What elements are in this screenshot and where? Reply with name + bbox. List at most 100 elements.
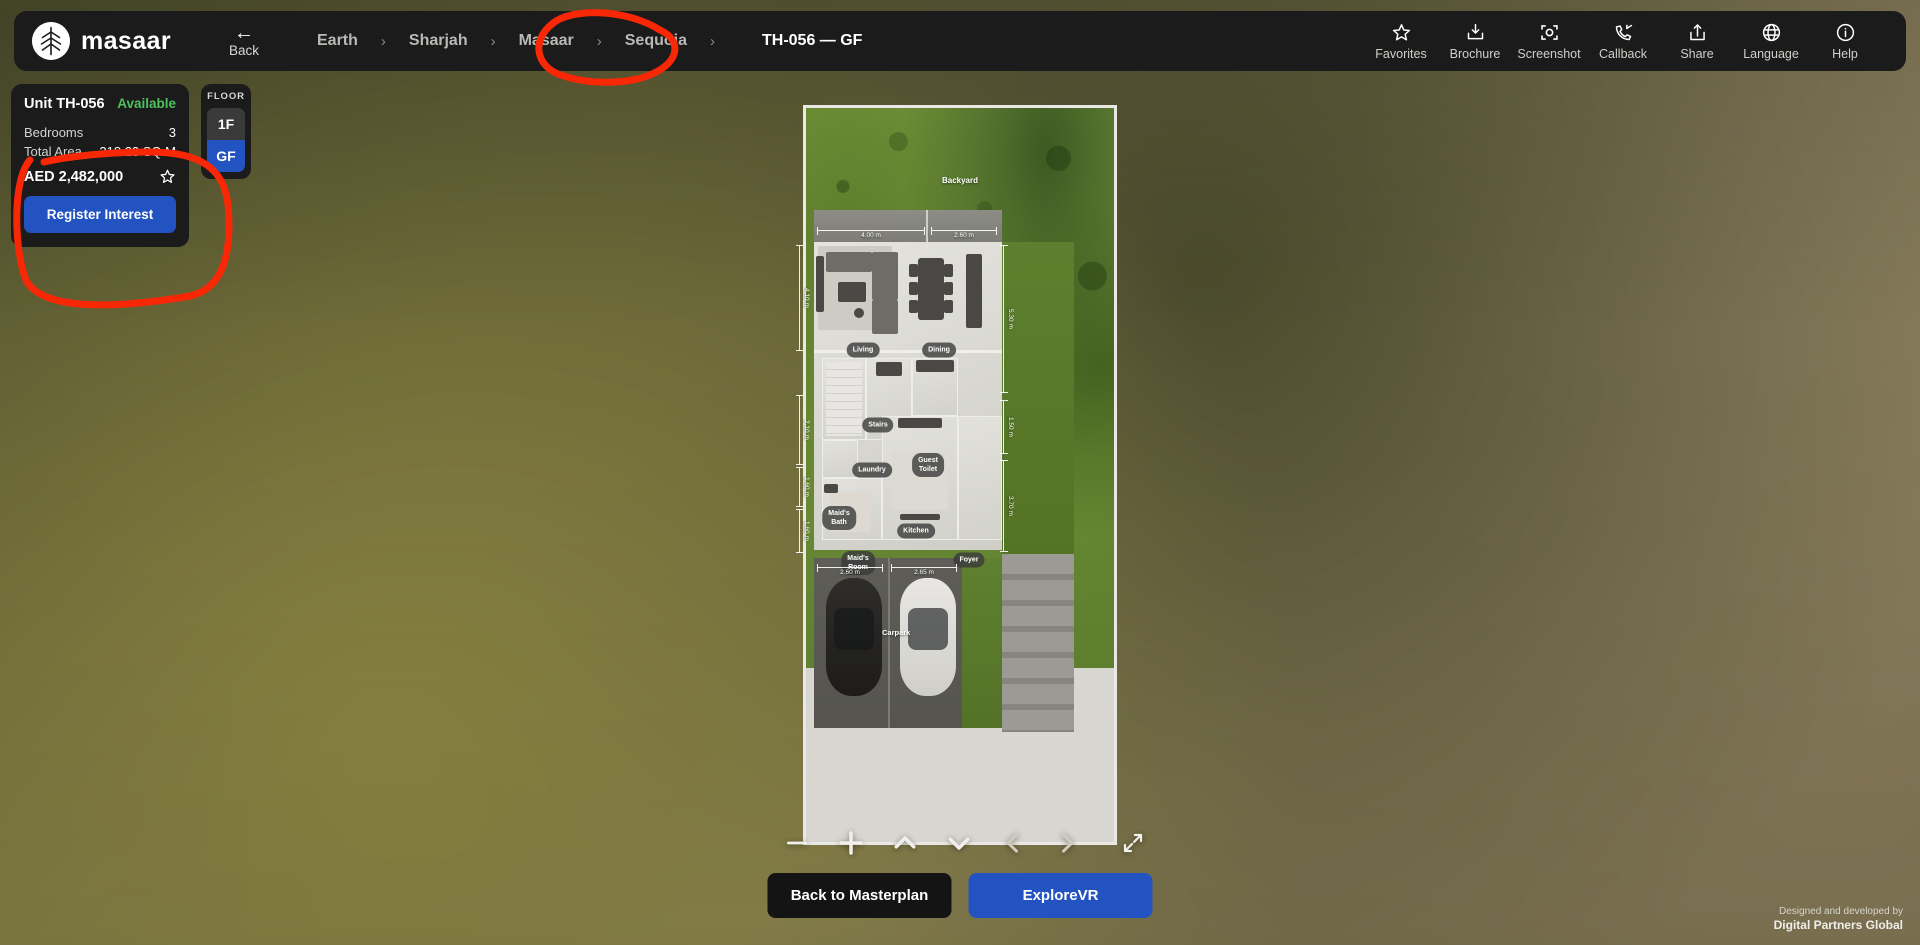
breadcrumb-separator: › <box>490 32 496 50</box>
carpark-divider <box>888 558 890 728</box>
breadcrumb-separator: › <box>709 32 715 50</box>
living-tv-unit <box>816 256 824 312</box>
spec-key-bedrooms: Bedrooms <box>24 125 84 140</box>
leaf-circle-icon <box>32 22 70 60</box>
spec-key-total-area: Total Area <box>24 144 82 159</box>
explore-vr-button[interactable]: ExploreVR <box>968 873 1153 918</box>
dining-chair <box>944 300 953 313</box>
toolbar-label-help: Help <box>1832 46 1858 61</box>
globe-icon <box>1761 22 1782 43</box>
dining-sideboard <box>966 254 982 328</box>
toolbar-label-screenshot: Screenshot <box>1517 46 1581 61</box>
dining-chair <box>944 282 953 295</box>
floor-option-gf[interactable]: GF <box>207 140 245 172</box>
toolbar-label-language: Language <box>1743 46 1799 61</box>
unit-info-card: Unit TH-056 Available Bedrooms 3 Total A… <box>11 84 189 247</box>
room-label-carpark: Carpark <box>882 628 911 637</box>
info-circle-icon <box>1835 22 1856 43</box>
toolbar-button-brochure[interactable]: Brochure <box>1438 19 1512 64</box>
status-badge: Available <box>117 96 176 111</box>
room-label-backyard: Backyard <box>941 176 979 185</box>
breadcrumb-item-sequoia[interactable]: Sequoia <box>623 29 689 53</box>
interior-floor <box>814 242 1002 550</box>
maids-bed <box>830 492 870 532</box>
breadcrumb-current-unit: TH-056 — GF <box>761 32 863 49</box>
maids-bath-room <box>822 440 858 478</box>
price-row: AED 2,482,000 <box>24 168 176 185</box>
footer-credit: Designed and developed by Digital Partne… <box>1774 906 1903 934</box>
breadcrumb-item-masaar[interactable]: Masaar <box>517 29 576 53</box>
toolbar-button-help[interactable]: Help <box>1808 19 1882 64</box>
toolbar-button-screenshot[interactable]: Screenshot <box>1512 19 1586 64</box>
spec-value-bedrooms: 3 <box>168 125 176 140</box>
dimension-maids-bath-depth: 1.60 m <box>796 467 811 507</box>
fullscreen-button[interactable] <box>1106 822 1160 864</box>
zoom-in-button[interactable] <box>824 822 878 864</box>
breadcrumb-separator: › <box>380 32 386 50</box>
toolbar-button-share[interactable]: Share <box>1660 19 1734 64</box>
car-windshield <box>834 608 874 650</box>
front-garden <box>962 558 1002 728</box>
parked-car-dark <box>826 578 882 696</box>
pan-left-button[interactable] <box>986 822 1040 864</box>
living-sofa-right <box>872 252 898 300</box>
spec-row-bedrooms: Bedrooms 3 <box>24 125 176 140</box>
breadcrumb-separator: › <box>596 32 602 50</box>
wall-horizontal <box>814 350 1002 353</box>
dimension-terrace-width-2: 2.60 m <box>931 227 997 239</box>
dining-table <box>918 258 944 320</box>
dimension-maids-room-depth: 1.60 m <box>796 509 811 553</box>
dimension-foyer-depth: 3.70 m <box>1000 460 1015 552</box>
brand-logo[interactable]: masaar <box>32 22 171 60</box>
top-navigation-bar: masaar ← Back Earth › Sharjah › Masaar ›… <box>14 11 1906 71</box>
stairs-treads <box>826 362 862 436</box>
floor-plan-viewport[interactable]: Backyard Carpark Living Dining Stairs La… <box>796 105 1117 845</box>
dimension-carpark-bay-1: 2.60 m <box>817 564 883 576</box>
phone-callback-icon <box>1613 22 1634 43</box>
brand-name: masaar <box>81 26 171 55</box>
spec-row-total-area: Total Area 218.23 SQ.M <box>24 144 176 159</box>
floor-plan-controls <box>770 822 1160 864</box>
zoom-out-button[interactable] <box>770 822 824 864</box>
breadcrumb-item-sharjah[interactable]: Sharjah <box>407 29 470 53</box>
pan-right-button[interactable] <box>1040 822 1094 864</box>
pan-up-button[interactable] <box>878 822 932 864</box>
toolbar-label-brochure: Brochure <box>1449 46 1501 61</box>
back-button[interactable]: ← Back <box>223 22 265 60</box>
foyer-room <box>958 416 1002 540</box>
app-root: masaar ← Back Earth › Sharjah › Masaar ›… <box>0 0 1920 945</box>
dimension-living-depth: 5.30 m <box>1000 245 1015 393</box>
pan-down-button[interactable] <box>932 822 986 864</box>
credit-line-1: Designed and developed by <box>1779 905 1903 917</box>
dimension-laundry-depth: 2.10 m <box>796 395 811 465</box>
dimension-toilet-depth: 1.50 m <box>1000 400 1015 454</box>
dining-chair <box>909 300 918 313</box>
unit-card-header: Unit TH-056 Available <box>24 96 176 112</box>
toolbar-button-favorites[interactable]: Favorites <box>1364 19 1438 64</box>
floor-option-1f[interactable]: 1F <box>207 108 245 140</box>
floor-selector: FLOOR 1F GF <box>201 84 251 179</box>
living-sofa-lower <box>872 300 898 334</box>
floor-selector-title: FLOOR <box>207 91 245 102</box>
breadcrumb: Earth › Sharjah › Masaar › Sequoia › TH-… <box>315 29 862 53</box>
toolbar-label-share: Share <box>1680 46 1714 61</box>
car-windshield <box>908 608 948 650</box>
laundry-machine <box>876 362 902 376</box>
toolbar-button-language[interactable]: Language <box>1734 19 1808 64</box>
register-interest-button[interactable]: Register Interest <box>24 196 176 233</box>
unit-price: AED 2,482,000 <box>24 168 124 185</box>
back-button-label: Back <box>228 43 259 58</box>
unit-id-label: Unit TH-056 <box>24 96 105 112</box>
dining-chair <box>909 282 918 295</box>
toolbar-button-callback[interactable]: Callback <box>1586 19 1660 64</box>
back-to-masterplan-button[interactable]: Back to Masterplan <box>767 873 952 918</box>
share-upload-icon <box>1687 22 1708 43</box>
floor-plan-sheet: Backyard Carpark Living Dining Stairs La… <box>803 105 1117 845</box>
breadcrumb-item-earth[interactable]: Earth <box>315 29 360 53</box>
parked-car-light <box>900 578 956 696</box>
dining-chair <box>909 264 918 277</box>
living-sofa-top <box>826 252 872 272</box>
dimension-carpark-bay-2: 2.65 m <box>891 564 957 576</box>
toolbar-label-favorites: Favorites <box>1375 46 1427 61</box>
star-outline-icon[interactable] <box>159 168 176 185</box>
